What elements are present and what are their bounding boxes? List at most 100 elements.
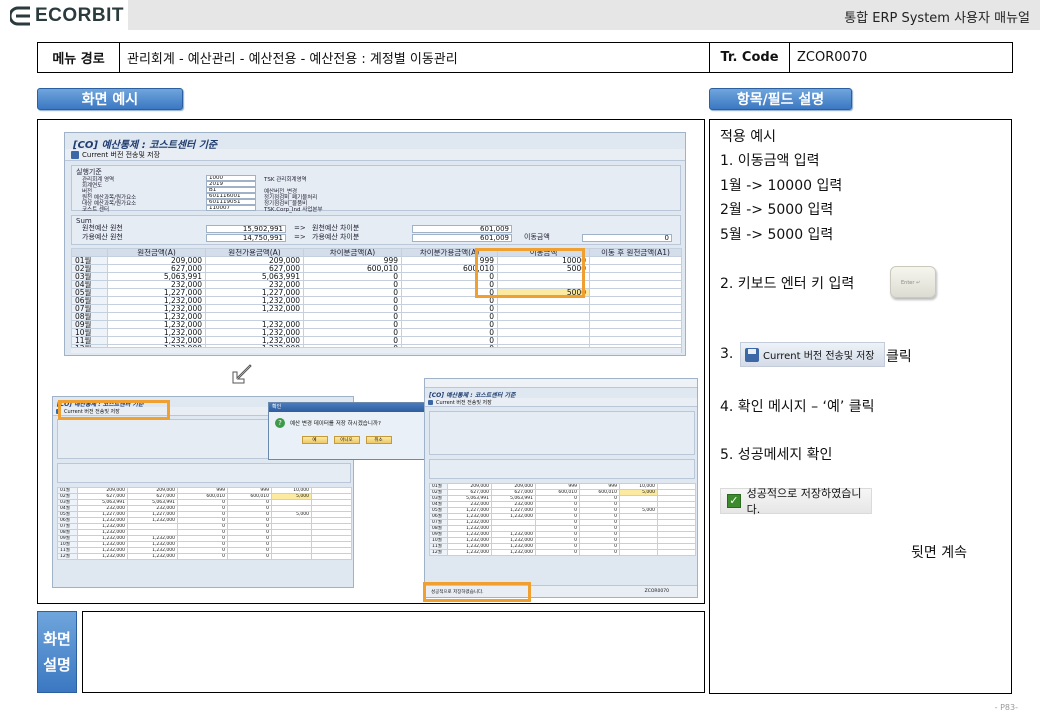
after-amount-cell <box>589 328 682 337</box>
transfer-amount-input[interactable]: 10000 <box>497 256 590 265</box>
amount-cell: 0 <box>401 336 498 345</box>
sum-value2[interactable]: 601,009 <box>412 234 512 242</box>
month-cell: 08월 <box>71 312 108 321</box>
question-icon: ? <box>275 418 285 428</box>
month-cell: 12월 <box>57 553 78 560</box>
amount-cell: 1,232,000 <box>77 553 128 560</box>
transfer-amount-input[interactable] <box>497 272 590 281</box>
criteria-field-value[interactable]: 110007 <box>206 205 256 211</box>
amount-cell: 0 <box>303 320 402 329</box>
save-icon <box>56 408 61 414</box>
month-cell: 07월 <box>71 304 108 313</box>
transfer-amount-input[interactable] <box>497 304 590 313</box>
after-amount-cell <box>589 256 682 265</box>
transfer-amount-input[interactable]: 5000 <box>497 288 590 297</box>
sum-value[interactable]: 14,750,991 <box>206 234 286 242</box>
transfer-amount-input[interactable]: 5000 <box>497 264 590 273</box>
sum-arrow: => <box>294 233 306 241</box>
transfer-amount-input[interactable] <box>497 296 590 305</box>
desc-step3-click: 클릭 <box>886 349 912 365</box>
dialog-buttons: 예 아니오 취소 <box>269 436 424 444</box>
sap-main-table-body: 01월 209,000 209,000 999 999 10000 02월 627,000 62… <box>71 256 682 353</box>
criteria-field-text: TSK 관리회계영역 <box>264 177 307 183</box>
amount-cell: 0 <box>535 549 580 556</box>
amount-cell: 0 <box>401 296 498 305</box>
sap-main-sum-panel: Sum 원천예산 원천 15,902,991 => 원천예산 차이분 601,009 가용… <box>71 215 681 245</box>
sap-right-table-body: 01월 209,000 209,000 999 999 10,000 02월 627,000 6… <box>429 483 696 556</box>
transfer-amount-input[interactable] <box>497 320 590 329</box>
sap-main-save-button[interactable]: Current 버전 전송및 저장 <box>82 150 160 160</box>
month-cell: 05월 <box>71 288 108 297</box>
table-column-header: 차이분가용금액(A) <box>401 248 498 257</box>
sap-right-title: [CO] 예산통제 : 코스트센터 기준 <box>429 392 516 399</box>
sum-value2[interactable]: 601,009 <box>412 225 512 233</box>
amount-cell: 1,232,000 <box>447 549 492 556</box>
current-version-save-label: Current 버전 전송및 저장 <box>763 351 875 362</box>
sap-main-criteria-panel: 실행기준 관리회계 영역 1000 TSK 관리회계영역 회계연도 2019 버전 B1 예산… <box>71 165 681 213</box>
transfer-amount-input[interactable] <box>497 312 590 321</box>
desc-step5: 5. 성공메세지 확인 <box>720 447 833 463</box>
sap-right-criteria-panel <box>429 411 695 455</box>
amount-cell: 1,232,000 <box>205 320 304 329</box>
sap-main-scrollbar[interactable] <box>71 347 681 353</box>
sap-right-save-button[interactable]: Current 버전 전송및 저장 <box>436 399 492 406</box>
month-cell: 03월 <box>71 272 108 281</box>
table-row: 01월 209,000 209,000 999 999 10000 <box>71 256 682 265</box>
sap-main-title: [CO] 예산통제 : 코스트센터 기준 <box>73 140 218 151</box>
sap-right-sum-panel <box>429 459 695 479</box>
amount-cell: 0 <box>401 320 498 329</box>
amount-cell: 1,232,000 <box>205 328 304 337</box>
dialog-no-button[interactable]: 아니오 <box>333 436 360 444</box>
header-bar: 통합 ERP System 사용자 매뉴얼 <box>128 0 1040 30</box>
amount-cell: 999 <box>303 256 402 265</box>
amount-cell: 0 <box>227 553 272 560</box>
amount-cell: 0 <box>401 328 498 337</box>
field-description-box: 적용 예시 1. 이동금액 입력 1월 -> 10000 입력 2월 -> 50… <box>709 119 1012 694</box>
sap-left-save-button[interactable]: Current 버전 전송및 저장 <box>64 408 120 415</box>
save-icon <box>745 347 759 362</box>
sap-main-screenshot: [CO] 예산통제 : 코스트센터 기준 Current 버전 전송및 저장 실… <box>64 132 686 356</box>
transfer-amount-input[interactable] <box>619 549 658 556</box>
criteria-field-label: 코스트 센터 <box>82 207 110 213</box>
table-column-header <box>71 248 108 257</box>
amount-cell <box>205 312 304 321</box>
table-row: 09월 1,232,000 1,232,000 0 0 <box>71 320 682 329</box>
ecorbit-logo-icon <box>10 6 30 26</box>
transfer-amount-input[interactable] <box>497 328 590 337</box>
amount-cell: 1,232,000 <box>107 320 206 329</box>
amount-cell: 5,063,991 <box>107 272 206 281</box>
screen-example-tab: 화면 예시 <box>37 88 183 110</box>
sum-label2: 원천예산 차이분 <box>312 224 360 232</box>
ecorbit-logo: ECORBIT <box>10 4 124 28</box>
current-version-save-button[interactable]: Current 버전 전송및 저장 <box>740 342 885 367</box>
amount-cell: 1,227,000 <box>107 288 206 297</box>
amount-cell: 1,232,000 <box>127 553 178 560</box>
month-cell: 02월 <box>71 264 108 273</box>
month-cell: 11월 <box>71 336 108 345</box>
amount-cell: 0 <box>303 296 402 305</box>
table-row: 03월 5,063,991 5,063,991 0 0 <box>71 272 682 281</box>
menu-path-label: 메뉴 경로 <box>38 43 120 72</box>
sum-label2: 가용예산 차이분 <box>312 233 360 241</box>
sum-value[interactable]: 15,902,991 <box>206 225 286 233</box>
dialog-cancel-button[interactable]: 취소 <box>365 436 392 444</box>
success-message: ✓ 성공적으로 저장하였습니다. <box>720 487 872 516</box>
amount-cell: 0 <box>303 328 402 337</box>
amount-cell: 232,000 <box>205 280 304 289</box>
dialog-body: ? 예산 변경 데이터를 저장 하시겠습니까? <box>269 412 424 434</box>
amount-cell: 1,232,000 <box>205 296 304 305</box>
table-row: 12월1,232,0001,232,00000 <box>57 553 352 560</box>
after-amount-cell <box>589 288 682 297</box>
sap-right-menubar <box>425 379 697 388</box>
status-system-code: ZCOR0070 <box>644 589 669 594</box>
transfer-amount-input[interactable] <box>271 553 312 560</box>
confirm-dialog: 확인 ? 예산 변경 데이터를 저장 하시겠습니까? 예 아니오 취소 <box>268 402 425 460</box>
transfer-amount-input[interactable] <box>497 336 590 345</box>
transfer-amount-input[interactable] <box>497 280 590 289</box>
table-row: 06월 1,232,000 1,232,000 0 0 <box>71 296 682 305</box>
amount-cell: 627,000 <box>205 264 304 273</box>
screen-example-box: [CO] 예산통제 : 코스트센터 기준 Current 버전 전송및 저장 실… <box>37 119 705 604</box>
dialog-yes-button[interactable]: 예 <box>301 436 328 444</box>
sum-value3[interactable]: 0 <box>582 234 672 242</box>
desc-step3-number: 3. <box>720 346 734 362</box>
